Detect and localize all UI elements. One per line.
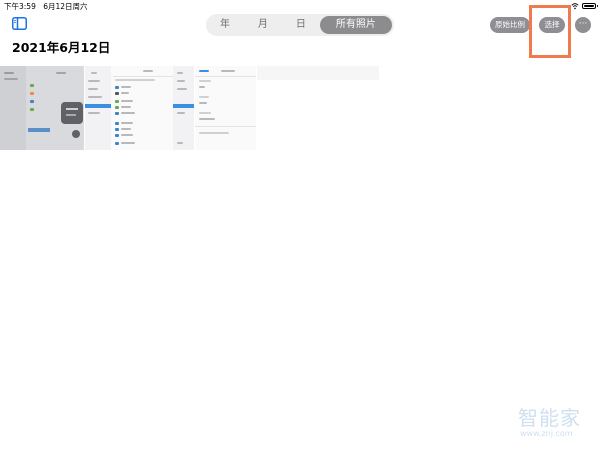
view-segmented-control: 年 月 日 所有照片 bbox=[206, 14, 394, 36]
sidebar-toggle-icon[interactable] bbox=[12, 17, 27, 30]
photo-thumbnail[interactable] bbox=[195, 66, 257, 150]
segment-all-photos[interactable]: 所有照片 bbox=[319, 16, 392, 34]
watermark-url: www.znj.com bbox=[520, 429, 573, 438]
photo-thumbnail[interactable] bbox=[85, 66, 195, 150]
status-bar: 下午3:59 6月12日周六 bbox=[0, 0, 600, 12]
watermark: 智能家 www.znj.com bbox=[518, 402, 594, 444]
segment-year[interactable]: 年 bbox=[206, 14, 244, 36]
status-time: 下午3:59 6月12日周六 bbox=[4, 1, 88, 12]
watermark-text: 智能家 bbox=[518, 406, 581, 430]
more-button[interactable]: ··· bbox=[575, 17, 591, 33]
status-indicators bbox=[571, 0, 598, 12]
segment-month[interactable]: 月 bbox=[244, 14, 282, 36]
battery-icon bbox=[582, 3, 598, 9]
empty-thumbnail-area bbox=[257, 66, 379, 80]
page-title: 2021年6月12日 bbox=[12, 40, 111, 55]
photo-thumbnail[interactable] bbox=[0, 66, 85, 150]
segment-day[interactable]: 日 bbox=[282, 14, 320, 36]
aspect-ratio-button[interactable]: 原始比例 bbox=[490, 17, 530, 33]
status-time-text: 下午3:59 bbox=[4, 2, 36, 11]
wifi-icon bbox=[571, 3, 579, 10]
select-highlight-box bbox=[529, 5, 571, 58]
status-date-text: 6月12日周六 bbox=[43, 2, 88, 11]
